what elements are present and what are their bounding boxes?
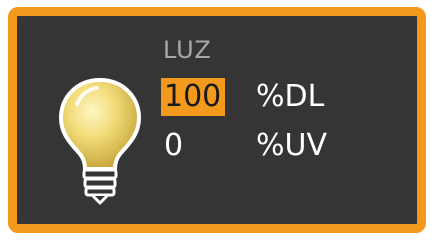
light-panel: LUZ 100 %DL 0 %UV [8, 7, 426, 233]
light-bulb-icon [58, 77, 142, 205]
panel-title: LUZ [163, 36, 212, 64]
uv-value[interactable]: 0 [164, 127, 183, 165]
dl-unit: %DL [256, 79, 325, 114]
dl-value[interactable]: 100 [161, 78, 226, 116]
uv-unit: %UV [256, 128, 327, 163]
